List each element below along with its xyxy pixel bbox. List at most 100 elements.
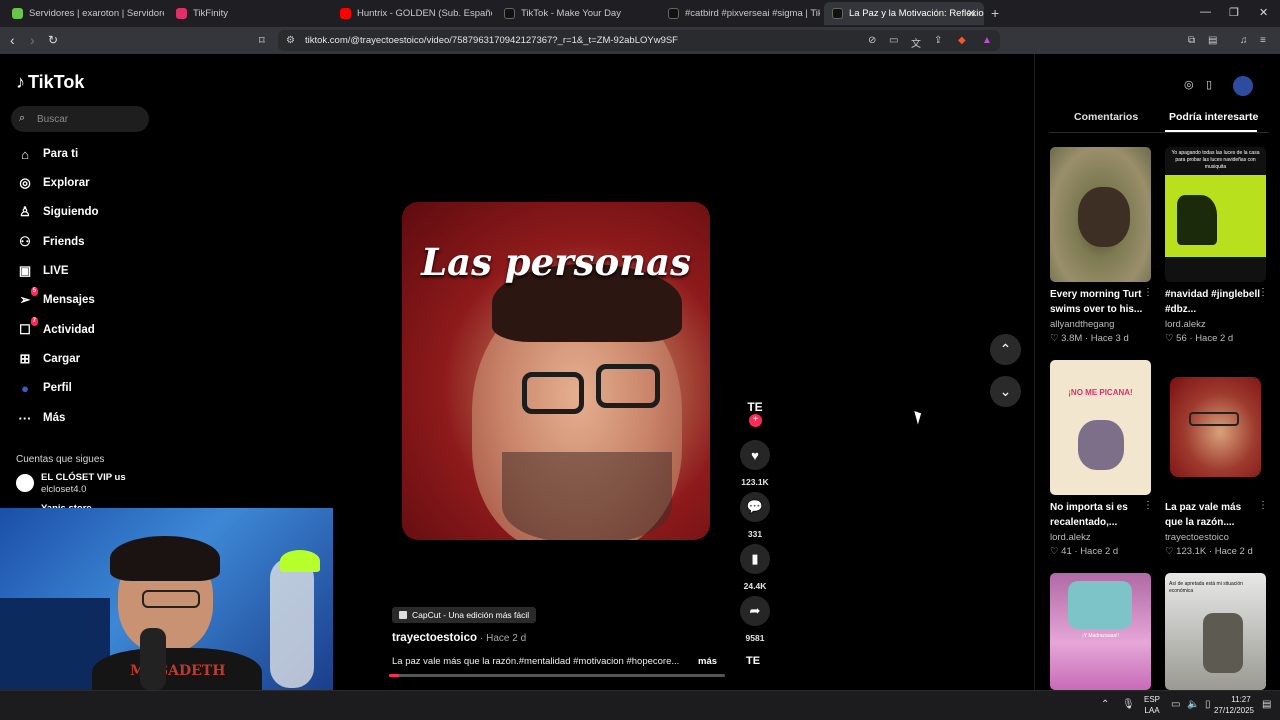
translate-icon[interactable]: 文 xyxy=(911,35,921,50)
video-thumbnail[interactable]: Así de apretada está mi situación económ… xyxy=(1165,573,1266,690)
card-user[interactable]: trayectoestoico xyxy=(1165,532,1229,543)
region-indicator[interactable]: LAA xyxy=(1142,706,1162,715)
capcut-tag[interactable]: CapCut - Una edición más fácil xyxy=(392,607,537,623)
bookmark-icon[interactable]: ⌑ xyxy=(259,34,265,47)
browser-tab[interactable]: TikTok - Make Your Day xyxy=(496,2,656,25)
sidebar-item-perfil[interactable]: ● Perfil xyxy=(16,377,156,399)
site-info-icon[interactable]: ⚙ xyxy=(286,35,295,46)
sidebar-item-explorar[interactable]: ◎ Explorar xyxy=(16,172,156,194)
thumbnail-glasses xyxy=(1189,412,1239,426)
bookmark-icon: ▮ xyxy=(751,551,759,566)
forward-icon[interactable]: › xyxy=(30,32,35,48)
browser-tab[interactable]: #catbird #pixverseai #sigma | TikTok xyxy=(660,2,820,25)
sidebar-item-live[interactable]: ▣ LIVE xyxy=(16,260,156,282)
tab-podria-interesarte[interactable]: Podría interesarte xyxy=(1169,111,1258,123)
card-user[interactable]: lord.alekz xyxy=(1165,319,1206,330)
card-likes: 41 xyxy=(1061,546,1072,557)
video-thumbnail[interactable]: Yo apagando todas las luces de la casa p… xyxy=(1165,147,1266,282)
rewards-icon[interactable]: ▲ xyxy=(982,35,992,46)
active-tab-indicator xyxy=(1165,130,1257,132)
tab-title: TikFinity xyxy=(193,8,229,19)
previous-video-button[interactable]: ⌃ xyxy=(990,334,1021,365)
brave-shield-icon[interactable]: ◆ xyxy=(958,35,966,46)
tiktok-favicon-icon xyxy=(504,8,515,19)
search-input[interactable] xyxy=(37,110,142,128)
user-avatar[interactable] xyxy=(1233,76,1253,96)
tiktok-logo[interactable]: ♪ TikTok xyxy=(16,72,84,93)
video-thumbnail[interactable]: ¡NO ME PICANA! xyxy=(1050,360,1151,495)
tab-comentarios[interactable]: Comentarios xyxy=(1074,111,1138,123)
clock-time[interactable]: 11:27 xyxy=(1222,695,1260,704)
heart-icon: ♥ xyxy=(751,447,759,463)
tab-title: Servidores | exaroton | Servidores de xyxy=(29,8,164,19)
menu-icon[interactable]: ≡ xyxy=(1260,35,1266,46)
video-thumbnail[interactable] xyxy=(1050,147,1151,282)
card-user[interactable]: allyandthegang xyxy=(1050,319,1114,330)
video-player[interactable]: Las personas xyxy=(402,202,710,540)
cast-icon[interactable]: ▭ xyxy=(889,35,898,46)
card-more-icon[interactable]: ⋮ xyxy=(1258,287,1268,298)
share-icon[interactable]: ⇪ xyxy=(934,35,942,46)
browser-tab[interactable]: Huntrix - GOLDEN (Sub. Español + Ly xyxy=(332,2,492,25)
share-button[interactable]: ➦ xyxy=(740,596,770,626)
extensions-icon[interactable]: ⧉ xyxy=(1188,35,1195,46)
sidebar-icon[interactable]: ▤ xyxy=(1208,35,1217,46)
language-indicator[interactable]: ESP xyxy=(1142,695,1162,704)
chevron-up-icon[interactable]: ⌃ xyxy=(1101,699,1109,710)
sidebar-item-mensajes[interactable]: ➢ 5 Mensajes xyxy=(16,287,156,311)
clock-date[interactable]: 27/12/2025 xyxy=(1208,706,1260,715)
sidebar-item-cargar[interactable]: ⊞ Cargar xyxy=(16,348,156,370)
next-video-button[interactable]: ⌄ xyxy=(990,376,1021,407)
close-tab-icon[interactable]: ✕ xyxy=(967,7,976,20)
notifications-icon[interactable]: ▤ xyxy=(1262,699,1271,710)
url-text[interactable]: tiktok.com/@trayectoestoico/video/758796… xyxy=(305,35,678,46)
video-author[interactable]: trayectoestoico xyxy=(392,632,477,644)
search-box[interactable]: ⌕ xyxy=(11,106,149,132)
tab-title: La Paz y la Motivación: Reflexion xyxy=(849,8,984,19)
video-progress-bar[interactable] xyxy=(389,674,725,677)
follow-plus-icon[interactable]: + xyxy=(749,414,762,427)
browser-tab[interactable]: TikFinity xyxy=(168,2,328,25)
sidebar-item-actividad[interactable]: ☐ 7 Actividad xyxy=(16,317,156,341)
browser-tab-active[interactable]: La Paz y la Motivación: Reflexion ✕ xyxy=(824,2,984,25)
chevron-up-icon: ⌃ xyxy=(999,341,1012,357)
device-icon[interactable]: ▯ xyxy=(1206,78,1212,91)
browser-address-bar: ‹ › ↻ ⌑ ⚙ tiktok.com/@trayectoestoico/vi… xyxy=(0,27,1280,54)
music-disc-icon[interactable]: TE xyxy=(746,655,760,667)
skeleton-cap xyxy=(280,550,320,572)
back-icon[interactable]: ‹ xyxy=(10,32,15,48)
comment-icon: 💬 xyxy=(746,499,764,514)
minimize-icon[interactable]: — xyxy=(1200,6,1211,18)
compass-icon[interactable]: ◎ xyxy=(1184,78,1194,91)
new-tab-button[interactable]: + xyxy=(991,5,999,21)
reload-icon[interactable]: ↻ xyxy=(48,33,58,47)
card-more-icon[interactable]: ⋮ xyxy=(1143,500,1153,511)
comment-button[interactable]: 💬 xyxy=(740,492,770,522)
exaroton-favicon-icon xyxy=(12,8,23,19)
sidebar-item-para-ti[interactable]: ⌂ Para ti xyxy=(16,143,156,165)
share-count: 9581 xyxy=(745,633,765,643)
volume-icon[interactable]: 🔈 xyxy=(1187,699,1199,710)
microphone-icon[interactable]: 🎙 xyxy=(1122,699,1135,710)
sidebar-item-friends[interactable]: ⚇ Friends xyxy=(16,231,156,253)
card-more-icon[interactable]: ⋮ xyxy=(1258,500,1268,511)
save-button[interactable]: ▮ xyxy=(740,544,770,574)
close-window-icon[interactable]: ✕ xyxy=(1259,6,1268,19)
maximize-icon[interactable]: ❐ xyxy=(1229,6,1239,19)
like-button[interactable]: ♥ xyxy=(740,440,770,470)
browser-tab[interactable]: Servidores | exaroton | Servidores de xyxy=(4,2,164,25)
heart-icon: ♡ xyxy=(1050,333,1062,344)
card-user[interactable]: lord.alekz xyxy=(1050,532,1091,543)
video-thumbnail[interactable]: ¡Y Madrazaaaa!! xyxy=(1050,573,1151,690)
activity-glyph: ☐ xyxy=(19,322,31,337)
video-thumbnail[interactable] xyxy=(1165,360,1266,495)
sidebar-item-mas[interactable]: ··· Más xyxy=(16,407,156,429)
sidebar-item-siguiendo[interactable]: ♙ Siguiendo xyxy=(16,201,156,223)
network-icon[interactable]: ▭ xyxy=(1171,699,1180,710)
sidebar-item-label: Cargar xyxy=(43,353,81,365)
more-link[interactable]: más xyxy=(698,656,717,667)
media-icon[interactable]: ♫ xyxy=(1240,35,1248,46)
no-tracking-icon[interactable]: ⊘ xyxy=(868,35,876,46)
card-more-icon[interactable]: ⋮ xyxy=(1143,287,1153,298)
heart-icon: ♡ xyxy=(1050,546,1062,557)
